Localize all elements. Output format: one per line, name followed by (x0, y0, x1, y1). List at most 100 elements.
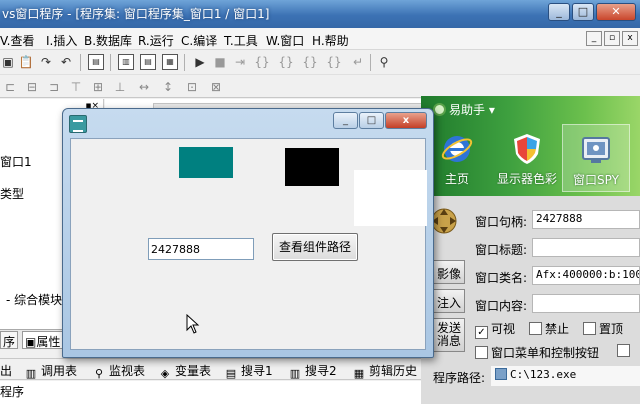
step-back-icon[interactable]: {} (326, 54, 342, 70)
program-path-text: C:\123.exe (510, 368, 577, 381)
toolbar-separator (184, 54, 185, 71)
menu-bar: V.查看 I.插入 B.数据库 R.运行 C.编译 T.工具 W.窗口 H.帮助… (0, 28, 640, 50)
redo-icon[interactable]: ↷ (38, 54, 54, 70)
tab-variables[interactable]: ◈ 变量表 (158, 362, 211, 380)
preview-icon[interactable]: ▤ (88, 54, 104, 70)
tool-window-spy-label: 窗口SPY (573, 173, 619, 187)
tab-watch[interactable]: ⚲ 监视表 (92, 362, 145, 380)
tab-clip-history[interactable]: ▦ 剪辑历史 (352, 362, 417, 380)
disabled-checkbox[interactable]: 禁止 (529, 320, 569, 337)
align-bottom-icon[interactable]: ⊥ (112, 79, 128, 95)
run-icon[interactable]: ▶ (192, 54, 208, 70)
undo-icon[interactable]: ↶ (58, 54, 74, 70)
layout-c-icon[interactable]: ▦ (162, 54, 178, 70)
field-title-label: 窗口标题: (475, 243, 528, 257)
tab-search2[interactable]: ▥ 搜寻2 (288, 362, 337, 380)
tab-output-label: 出 (0, 364, 13, 378)
step-out-icon[interactable]: {} (302, 54, 318, 70)
stop-icon[interactable]: ■ (212, 54, 228, 70)
tab-search1[interactable]: ▤ 搜寻1 (224, 362, 273, 380)
tab-clip-history-label: 剪辑历史 (369, 364, 418, 378)
menu-tools[interactable]: T.工具 (224, 32, 258, 49)
minimize-button[interactable]: _ (548, 3, 570, 21)
menu-window[interactable]: W.窗口 (266, 32, 304, 49)
menu-database[interactable]: B.数据库 (84, 32, 132, 49)
toolbar-align: ⊏ ⊟ ⊐ ⊤ ⊞ ⊥ ↔ ↕ ⊡ ⊠ (0, 76, 640, 98)
maximize-button[interactable]: □ (572, 3, 594, 21)
toolbar-separator (80, 54, 81, 71)
align-right-icon[interactable]: ⊐ (46, 79, 62, 95)
layout-a-icon[interactable]: ▥ (118, 54, 134, 70)
mdi-minimize-button[interactable]: _ (586, 31, 602, 46)
tree-item-module[interactable]: - 综合模块 (6, 291, 62, 308)
tab-properties-label: 属性 (36, 335, 61, 349)
menu-controls-checkbox-label: 窗口菜单和控制按钮 (491, 346, 600, 360)
search-list-icon: ▥ (289, 367, 301, 380)
helper-menu[interactable]: 易助手 ▾ (433, 101, 495, 118)
menu-controls-checkbox[interactable]: 窗口菜单和控制按钮 (475, 344, 599, 361)
output-text: 程序 (0, 385, 25, 399)
space-icon[interactable]: ⊠ (208, 79, 224, 95)
step-into-icon[interactable]: {} (254, 54, 270, 70)
tree-item-window[interactable]: 窗口1 (0, 153, 32, 170)
helper-panel: 易助手 ▾ 主页 显示器色彩 窗口SPY 窗口句柄: 2427888 窗口标题:… (421, 96, 640, 404)
field-handle-label: 窗口句柄: (475, 215, 528, 229)
menu-run[interactable]: R.运行 (138, 32, 174, 49)
dialog-maximize-button[interactable]: □ (359, 112, 384, 129)
black-block (285, 148, 339, 186)
find-binoculars-icon[interactable]: ⚲ (376, 54, 392, 70)
runtime-window: _ □ x 查看组件路径 (62, 108, 434, 358)
step-over-icon[interactable]: {} (278, 54, 294, 70)
handle-input[interactable] (148, 238, 254, 260)
field-content-value[interactable] (532, 294, 640, 313)
mdi-close-button[interactable]: x (622, 31, 638, 46)
toolbar-standard: ▣ 📋 ↷ ↶ ▤ ▥ ▤ ▦ ▶ ■ ⇥ {} {} {} {} ↵ ⚲ (0, 51, 640, 75)
variable-table-icon: ◈ (160, 367, 170, 380)
breakpoint-icon[interactable]: ↵ (350, 54, 366, 70)
toolbar-separator (110, 54, 111, 71)
view-component-path-button[interactable]: 查看组件路径 (272, 233, 358, 261)
visible-checkbox[interactable]: ✓ 可视 (475, 320, 515, 339)
tab-properties[interactable]: ▣属性 (22, 331, 64, 349)
align-center-icon[interactable]: ⊟ (24, 79, 40, 95)
topmost-checkbox[interactable]: 置顶 (583, 320, 623, 337)
tab-program[interactable]: 序 (0, 331, 19, 349)
toolbar-separator (370, 54, 371, 71)
tab-output[interactable]: 出 (0, 362, 12, 379)
same-height-icon[interactable]: ↕ (160, 79, 176, 95)
field-handle-value[interactable]: 2427888 (532, 210, 640, 229)
align-middle-icon[interactable]: ⊞ (90, 79, 106, 95)
step-icon[interactable]: ⇥ (232, 54, 248, 70)
app-window-icon (69, 115, 87, 133)
menu-view[interactable]: V.查看 (0, 32, 34, 49)
topmost-checkbox-label: 置顶 (599, 322, 624, 336)
helper-menu-label: 易助手 (449, 103, 486, 117)
mdi-restore-button[interactable]: ▫ (604, 31, 620, 46)
field-class-value[interactable]: Afx:400000:b:10003: (532, 266, 640, 285)
tab-watch-label: 监视表 (109, 364, 146, 378)
program-path-value[interactable]: C:\123.exe (491, 366, 640, 386)
save-icon[interactable]: ▣ (0, 54, 16, 70)
layout-b-icon[interactable]: ▤ (140, 54, 156, 70)
align-top-icon[interactable]: ⊤ (68, 79, 84, 95)
teal-block (179, 147, 233, 178)
menu-insert[interactable]: I.插入 (46, 32, 77, 49)
menu-compile[interactable]: C.编译 (181, 32, 217, 49)
extra-checkbox[interactable] (617, 344, 633, 358)
close-button[interactable]: ✕ (596, 3, 636, 21)
paste-icon[interactable]: 📋 (18, 54, 34, 70)
same-width-icon[interactable]: ↔ (136, 79, 152, 95)
align-left-icon[interactable]: ⊏ (2, 79, 18, 95)
tree-item-type[interactable]: 类型 (0, 185, 24, 202)
mouse-cursor-icon (186, 313, 200, 337)
same-size-icon[interactable]: ⊡ (184, 79, 200, 95)
tool-display-color[interactable]: 显示器色彩 (493, 124, 561, 192)
menu-help[interactable]: H.帮助 (312, 32, 349, 49)
field-title-value[interactable] (532, 238, 640, 257)
dialog-close-button[interactable]: x (385, 112, 427, 129)
tool-window-spy[interactable]: 窗口SPY (562, 124, 630, 192)
tab-call-table[interactable]: ▥ 调用表 (24, 362, 77, 380)
dialog-minimize-button[interactable]: _ (333, 112, 358, 129)
helper-banner: 易助手 ▾ 主页 显示器色彩 窗口SPY (421, 96, 640, 196)
extra-check-icon (617, 344, 630, 357)
